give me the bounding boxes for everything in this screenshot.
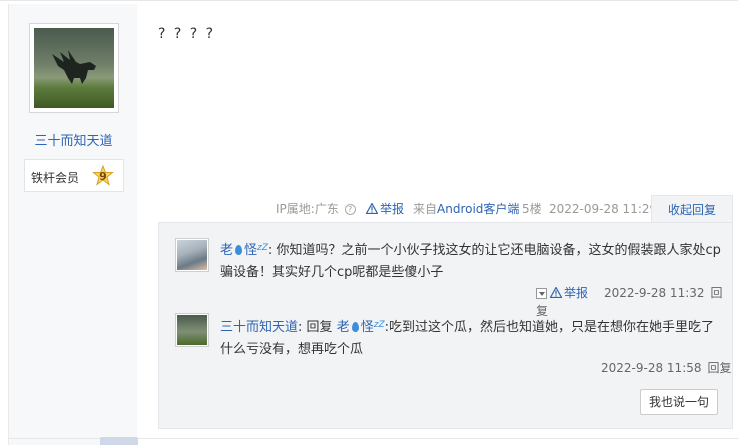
help-icon[interactable]: ? [344,204,356,215]
reply-time: 2022-9-28 11:58 [601,361,702,375]
floor-number: 5楼 [522,202,542,216]
reply-item: 三十而知天道: 回复 老怪zZ:吃到过这个瓜，然后也知道她，只是在想你在她手里吃… [220,314,725,361]
pegasus-avatar-icon [177,315,207,345]
report-link[interactable]: 举报 [366,196,404,222]
dropdown-icon[interactable] [536,288,547,299]
reply-footer: 举报 2022-9-28 11:32 回复 [536,284,732,318]
pegasus-avatar-icon [34,28,114,108]
warning-icon [366,203,378,214]
post-source: 来自Android客户端 [413,196,519,222]
reply-to-username[interactable]: 老怪zZ [337,320,385,335]
reply-report-link[interactable]: 举报 [550,286,588,300]
level-star-icon: 9 [92,164,114,187]
warning-icon [550,287,562,298]
water-drop-icon [351,322,359,332]
reply-separator: : [267,243,273,258]
reply-username[interactable]: 老怪zZ [220,243,268,258]
user-photo-icon [177,240,207,270]
reply-footer: 2022-9-28 11:58 回复 [601,359,732,377]
water-drop-icon [235,245,243,255]
member-badge[interactable]: 铁杆会员 9 [24,159,124,192]
level-number: 9 [99,170,107,183]
reply-avatar[interactable] [175,238,209,272]
collapse-replies-button[interactable]: 收起回复 [651,195,733,223]
reply-text: 你知道吗？之前一个小伙子找这女的让它还电脑设备，这女的假装跟人家处cp骗设备！其… [220,243,721,280]
reply-avatar[interactable] [175,313,209,347]
edit-tab-icon[interactable] [100,437,138,445]
ip-location-text: IP属地:广东 [276,202,339,216]
sleep-zz-icon: zZ [257,243,268,253]
author-name[interactable]: 三十而知天道 [9,130,138,149]
reply-list: 老怪zZ: 你知道吗？之前一个小伙子找这女的让它还电脑设备，这女的假装跟人家处c… [158,222,733,429]
reply-to-prefix: 回复 [306,320,333,335]
reply-button[interactable]: 回复 [708,361,732,375]
say-something-button[interactable]: 我也说一句 [640,389,718,415]
author-sidebar: 三十而知天道 铁杆会员 9 [8,4,137,445]
source-client-link[interactable]: Android客户端 [437,202,519,216]
reply-username[interactable]: 三十而知天道 [220,320,298,335]
source-prefix: 来自 [413,202,438,216]
reply-time: 2022-9-28 11:32 [604,286,705,300]
ip-location: IP属地:广东 ? [276,196,356,222]
report-label: 举报 [380,202,405,216]
reply-item: 老怪zZ: 你知道吗？之前一个小伙子找这女的让它还电脑设备，这女的假装跟人家处c… [220,237,725,284]
member-label: 铁杆会员 [31,171,80,185]
author-avatar[interactable] [29,23,119,113]
post-time: 2022-09-28 11:29 [549,202,658,216]
post-content: ? ? ? ? [158,26,216,42]
sleep-zz-icon: zZ [373,320,385,330]
reply-separator: : [298,320,303,335]
